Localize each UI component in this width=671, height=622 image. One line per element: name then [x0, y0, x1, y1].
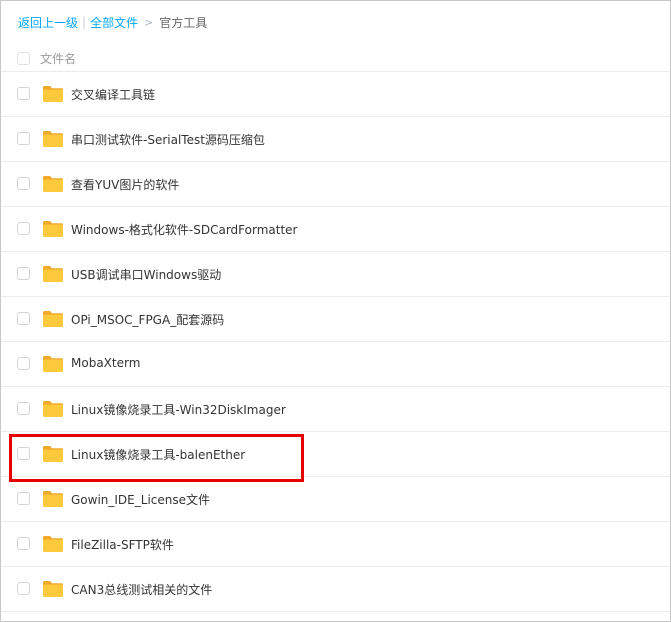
- folder-name[interactable]: CAN3总线测试相关的文件: [71, 581, 212, 598]
- list-item[interactable]: 串口测试软件-SerialTest源码压缩包: [1, 117, 670, 162]
- folder-icon[interactable]: [42, 85, 64, 103]
- folder-icon[interactable]: [42, 265, 64, 283]
- row-checkbox[interactable]: [17, 132, 30, 145]
- folder-icon[interactable]: [42, 580, 64, 598]
- row-checkbox[interactable]: [17, 402, 30, 415]
- folder-icon[interactable]: [42, 355, 64, 373]
- list-item[interactable]: OPi_MSOC_FPGA_配套源码: [1, 297, 670, 342]
- list-item[interactable]: Linux镜像烧录工具-balenEther: [1, 432, 670, 477]
- file-browser-window: 返回上一级 | 全部文件 > 官方工具 文件名 交叉编译工具链串口测试软件-Se…: [0, 0, 671, 622]
- folder-icon[interactable]: [42, 175, 64, 193]
- folder-name[interactable]: USB调试串口Windows驱动: [71, 266, 221, 283]
- breadcrumb-separator: |: [82, 15, 87, 29]
- row-checkbox[interactable]: [17, 357, 30, 370]
- list-item[interactable]: 查看YUV图片的软件: [1, 162, 670, 207]
- all-files-link[interactable]: 全部文件: [90, 14, 138, 31]
- folder-icon[interactable]: [42, 535, 64, 553]
- folder-name[interactable]: Gowin_IDE_License文件: [71, 491, 210, 508]
- folder-name[interactable]: 查看YUV图片的软件: [71, 176, 179, 193]
- file-list: 交叉编译工具链串口测试软件-SerialTest源码压缩包 查看YUV图片的软件 W…: [1, 72, 670, 612]
- row-checkbox[interactable]: [17, 312, 30, 325]
- folder-name[interactable]: OPi_MSOC_FPGA_配套源码: [71, 311, 224, 328]
- row-checkbox[interactable]: [17, 222, 30, 235]
- folder-icon[interactable]: [42, 310, 64, 328]
- breadcrumb-arrow: >: [144, 15, 154, 29]
- list-header: 文件名: [1, 45, 670, 72]
- list-item[interactable]: Gowin_IDE_License文件: [1, 477, 670, 522]
- list-item[interactable]: MobaXterm: [1, 342, 670, 387]
- list-item[interactable]: USB调试串口Windows驱动: [1, 252, 670, 297]
- list-item[interactable]: FileZilla-SFTP软件: [1, 522, 670, 567]
- folder-icon[interactable]: [42, 490, 64, 508]
- list-item[interactable]: Linux镜像烧录工具-Win32DiskImager: [1, 387, 670, 432]
- row-checkbox[interactable]: [17, 582, 30, 595]
- name-column-header[interactable]: 文件名: [40, 50, 76, 67]
- folder-name[interactable]: Linux镜像烧录工具-balenEther: [71, 446, 245, 463]
- folder-name[interactable]: FileZilla-SFTP软件: [71, 536, 174, 553]
- folder-icon[interactable]: [42, 130, 64, 148]
- select-all-checkbox[interactable]: [17, 52, 30, 65]
- folder-name[interactable]: Windows-格式化软件-SDCardFormatter: [71, 221, 297, 238]
- row-checkbox[interactable]: [17, 267, 30, 280]
- folder-name[interactable]: 串口测试软件-SerialTest源码压缩包: [71, 131, 265, 148]
- row-checkbox[interactable]: [17, 447, 30, 460]
- list-item[interactable]: 交叉编译工具链: [1, 72, 670, 117]
- folder-icon[interactable]: [42, 445, 64, 463]
- folder-name[interactable]: Linux镜像烧录工具-Win32DiskImager: [71, 401, 286, 418]
- list-item[interactable]: CAN3总线测试相关的文件: [1, 567, 670, 612]
- folder-name[interactable]: 交叉编译工具链: [71, 86, 155, 103]
- row-checkbox[interactable]: [17, 177, 30, 190]
- folder-icon[interactable]: [42, 220, 64, 238]
- breadcrumb-current: 官方工具: [159, 15, 208, 30]
- row-checkbox[interactable]: [17, 537, 30, 550]
- row-checkbox[interactable]: [17, 87, 30, 100]
- folder-name[interactable]: MobaXterm: [71, 356, 140, 370]
- row-checkbox[interactable]: [17, 492, 30, 505]
- breadcrumb: 返回上一级 | 全部文件 > 官方工具: [18, 14, 207, 30]
- back-link[interactable]: 返回上一级: [18, 14, 78, 31]
- list-item[interactable]: Windows-格式化软件-SDCardFormatter: [1, 207, 670, 252]
- folder-icon[interactable]: [42, 400, 64, 418]
